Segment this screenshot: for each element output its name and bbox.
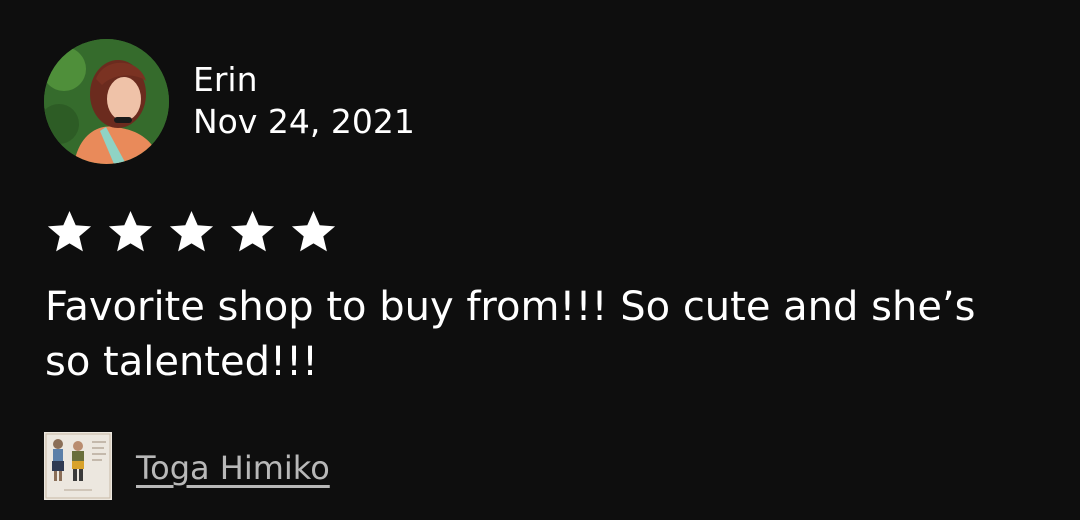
item-thumbnail[interactable] [44,432,112,500]
star-rating [45,208,338,256]
star-icon [169,211,214,252]
reviewer-avatar[interactable] [44,39,169,164]
star-icon [230,211,275,252]
reviewer-name[interactable]: Erin [193,60,258,100]
star-icon [108,211,153,252]
star-icon [291,211,336,252]
review-text: Favorite shop to buy from!!! So cute and… [45,284,976,385]
review-card: Erin Nov 24, 2021 Favorite shop to buy f… [0,0,1080,520]
item-sketch-image [44,432,112,500]
avatar-image [44,39,169,164]
review-date: Nov 24, 2021 [193,102,415,141]
item-title-link[interactable]: Toga Himiko [136,448,330,488]
star-icon [47,211,92,252]
